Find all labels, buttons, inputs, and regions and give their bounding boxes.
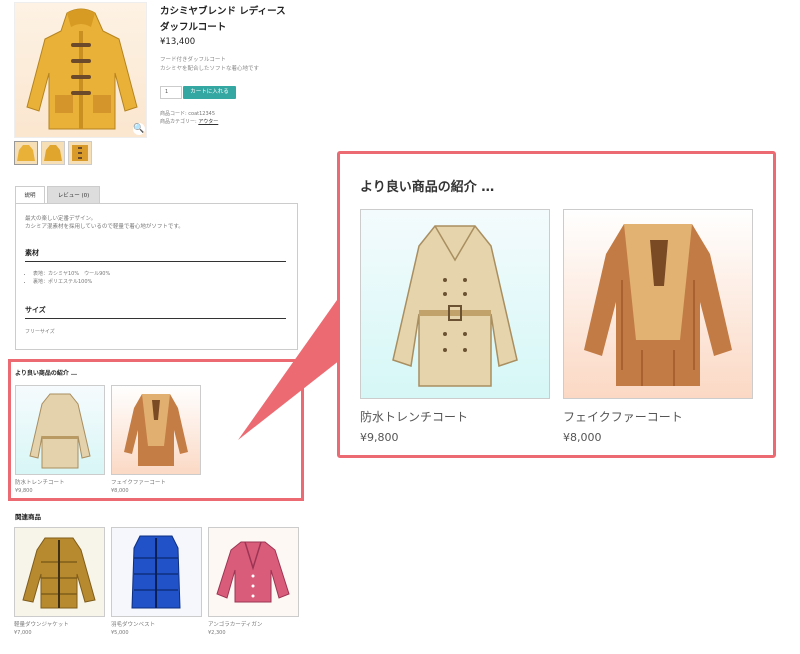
upsell-price: ¥9,800 — [360, 431, 399, 444]
quantity-input[interactable]: 1 — [160, 86, 182, 99]
upsell-price-small: ¥8,000 — [111, 488, 129, 494]
thumbnail-1[interactable] — [14, 141, 38, 165]
upsell-heading: より良い商品の紹介 … — [360, 180, 495, 195]
material-list: 表地：カシミヤ10% ウール90% 裏地：ポリエステル100% — [33, 270, 110, 286]
list-item: 裏地：ポリエステル100% — [33, 278, 110, 286]
related-image-cardigan[interactable] — [208, 527, 299, 617]
desc-line: カシミヤを配合したソフトな着心地です — [160, 66, 260, 72]
upsell-name-small[interactable]: フェイクファーコート — [111, 478, 166, 486]
upsell-heading-small: より良い商品の紹介 … — [15, 370, 77, 377]
size-heading: サイズ — [25, 306, 46, 314]
list-item: 表地：カシミヤ10% ウール90% — [33, 270, 110, 278]
upsell-image-fur[interactable] — [563, 209, 753, 399]
product-main-image[interactable] — [14, 2, 147, 138]
sku-label: 商品コード: coat12345 — [160, 111, 216, 117]
upsell-image-trench-small[interactable] — [15, 385, 105, 475]
related-name[interactable]: 軽量ダウンジャケット — [14, 620, 69, 628]
related-price: ¥5,000 — [111, 630, 129, 636]
thumbnail-3[interactable] — [68, 141, 92, 165]
related-name[interactable]: 羽毛ダウンベスト — [111, 620, 155, 628]
thumbnail-2[interactable] — [41, 141, 65, 165]
product-meta: 商品コード: coat12345 商品カテゴリー: アウター — [160, 110, 218, 126]
callout-pointer — [238, 300, 340, 440]
upsell-image-fur-small[interactable] — [111, 385, 201, 475]
upsell-price: ¥8,000 — [563, 431, 602, 444]
related-name[interactable]: アンゴラカーディガン — [208, 620, 262, 628]
related-image-down-vest[interactable] — [111, 527, 202, 617]
tab-description[interactable]: 説明 — [15, 186, 45, 204]
category-link[interactable]: アウター — [198, 119, 218, 125]
related-image-down-jacket[interactable] — [14, 527, 105, 617]
related-price: ¥7,000 — [14, 630, 32, 636]
related-heading: 関連商品 — [15, 513, 41, 521]
description-text: 最大の楽しい定番デザイン。 カシミア混素材を採用しているので軽量で着心地がソフト… — [25, 215, 184, 231]
product-price: ¥13,400 — [160, 37, 196, 47]
upsell-name[interactable]: 防水トレンチコート — [360, 408, 468, 425]
related-price: ¥2,300 — [208, 630, 226, 636]
material-heading: 素材 — [25, 249, 39, 257]
divider — [25, 261, 286, 262]
upsell-name[interactable]: フェイクファーコート — [563, 408, 683, 425]
description-line: カシミア混素材を採用しているので軽量で着心地がソフトです。 — [25, 224, 184, 230]
upsell-name-small[interactable]: 防水トレンチコート — [15, 478, 65, 486]
upsell-image-trench[interactable] — [360, 209, 550, 399]
product-short-description: フード付きダッフルコート カシミヤを配合したソフトな着心地です — [160, 56, 300, 74]
size-value: フリーサイズ — [25, 329, 55, 335]
category-label: 商品カテゴリー: — [160, 119, 197, 125]
zoom-icon[interactable]: 🔍 — [133, 123, 145, 135]
product-title: カシミヤブレンド レディースダッフルコート — [160, 6, 286, 33]
desc-line: フード付きダッフルコート — [160, 57, 226, 63]
tab-reviews[interactable]: レビュー (0) — [47, 186, 100, 204]
description-line: 最大の楽しい定番デザイン。 — [25, 216, 97, 222]
upsell-price-small: ¥9,800 — [15, 488, 33, 494]
add-to-cart-button[interactable]: カートに入れる — [183, 86, 236, 99]
